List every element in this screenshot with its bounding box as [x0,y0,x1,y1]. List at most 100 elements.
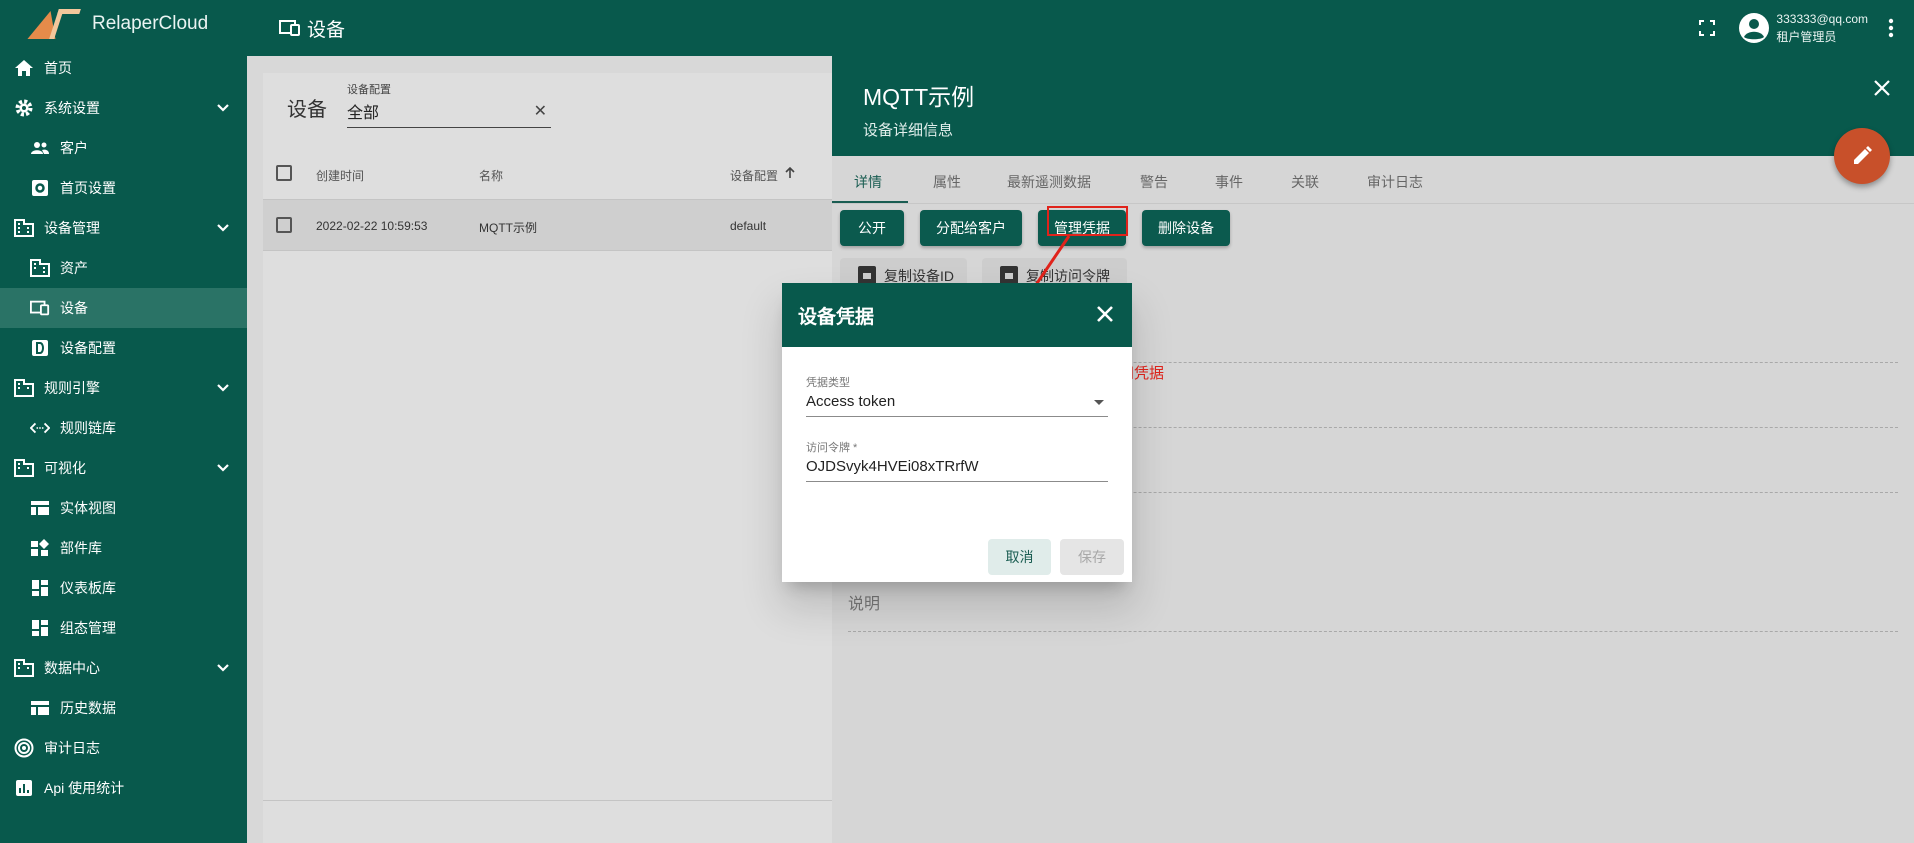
fullscreen-icon[interactable] [1698,19,1716,37]
sidebar-item-home[interactable]: 首页 [0,48,247,88]
code-arrows-icon [30,418,50,438]
tab-details[interactable]: 详情 [854,172,882,192]
people-icon [30,138,50,158]
devices-title: 设备 [287,99,327,121]
clear-icon[interactable]: ✕ [534,101,547,121]
close-icon[interactable] [1096,305,1114,323]
device-profile-filter[interactable]: 设备配置 全部 ✕ [347,81,551,128]
dashboard-icon [30,578,50,598]
sidebar-menu: 首页 系统设置 客户 首页设置 设备管理 资产 设备 设备配置 规则引擎 规则链… [0,48,247,808]
user-email: 333333@qq.com [1776,12,1868,26]
d-box-icon [30,338,50,358]
cancel-button[interactable]: 取消 [988,539,1051,575]
sidebar-item-dashboards[interactable]: 仪表板库 [0,568,247,608]
sort-arrow-up-icon[interactable] [785,167,795,179]
close-icon[interactable] [1872,78,1892,98]
detail-tabs: 详情 属性 最新遥测数据 警告 事件 关联 审计日志 [832,156,1914,204]
logo-icon [27,7,84,41]
sidebar-item-data-center[interactable]: 数据中心 [0,648,247,688]
building-icon [14,458,34,478]
sidebar-item-customers[interactable]: 客户 [0,128,247,168]
access-token-field[interactable]: 访问令牌 * OJDSvyk4HVEi08xTRrfW [806,439,1108,482]
row-name: MQTT示例 [479,221,537,235]
chevron-down-icon[interactable] [215,660,231,676]
filter-select[interactable]: 全部 ✕ [347,99,551,128]
column-profile[interactable]: 设备配置 [730,167,778,184]
sidebar-item-assets[interactable]: 资产 [0,248,247,288]
table-header: 创建时间 名称 设备配置 [263,149,853,199]
building-icon [14,218,34,238]
column-name[interactable]: 名称 [479,167,503,184]
app-logo[interactable]: RelaperCloud [0,0,247,48]
sidebar-item-rule-chains[interactable]: 规则链库 [0,408,247,448]
sidebar-item-widgets[interactable]: 部件库 [0,528,247,568]
delete-device-button[interactable]: 删除设备 [1142,210,1230,246]
sidebar-item-visualization[interactable]: 可视化 [0,448,247,488]
make-public-button[interactable]: 公开 [840,210,904,246]
credentials-dialog: 设备凭据 凭据类型 Access token 访问令牌 * OJDSvyk4HV… [782,283,1132,582]
tab-audit-logs[interactable]: 审计日志 [1367,172,1423,192]
tab-ink-bar [832,201,908,203]
detail-title: MQTT示例 [863,84,975,110]
edit-pencil-icon [1854,146,1872,164]
top-bar: 设备 333333@qq.com 租户管理员 [247,0,1914,56]
edit-button[interactable] [1834,128,1890,184]
dialog-header: 设备凭据 [782,283,1132,347]
select-all-checkbox[interactable] [276,165,292,181]
sidebar-item-device-management[interactable]: 设备管理 [0,208,247,248]
sidebar-item-devices[interactable]: 设备 [0,288,247,328]
sidebar-item-api-usage[interactable]: Api 使用统计 [0,768,247,808]
sidebar-item-home-settings[interactable]: 首页设置 [0,168,247,208]
view-icon [30,498,50,518]
building-icon [14,658,34,678]
dialog-title: 设备凭据 [798,306,875,328]
column-created[interactable]: 创建时间 [316,167,364,184]
chevron-down-icon[interactable] [215,220,231,236]
tab-events[interactable]: 事件 [1215,172,1243,192]
app-name: RelaperCloud [92,13,209,34]
track-icon [14,738,34,758]
dropdown-arrow-icon [1094,400,1104,405]
description-field[interactable] [848,631,1898,632]
view-icon [30,698,50,718]
page-title: 设备 [279,15,345,42]
sidebar-item-audit-logs[interactable]: 审计日志 [0,728,247,768]
tab-alarms[interactable]: 警告 [1140,172,1168,192]
sidebar: RelaperCloud 首页 系统设置 客户 首页设置 设备管理 资产 设备 … [0,0,247,843]
device-icon [279,20,300,36]
tab-telemetry[interactable]: 最新遥测数据 [1007,172,1091,192]
devices-card: 设备 设备配置 全部 ✕ 创建时间 名称 设备配置 2022-02-22 10:… [263,73,853,843]
bar-chart-icon [14,778,34,798]
settings-box-icon [30,178,50,198]
paginator-divider [263,800,853,801]
detail-header: MQTT示例 设备详细信息 [832,56,1914,156]
sidebar-item-system-settings[interactable]: 系统设置 [0,88,247,128]
row-checkbox[interactable] [276,217,292,233]
chevron-down-icon[interactable] [215,100,231,116]
device-icon [30,298,50,318]
row-profile: default [730,219,767,233]
detail-subtitle: 设备详细信息 [863,122,954,139]
tab-attributes[interactable]: 属性 [933,172,961,192]
more-vert-icon[interactable] [1888,18,1894,38]
account-circle-icon [1739,13,1770,43]
sidebar-item-entity-views[interactable]: 实体视图 [0,488,247,528]
sidebar-item-history-data[interactable]: 历史数据 [0,688,247,728]
sidebar-item-rule-engine[interactable]: 规则引擎 [0,368,247,408]
table-row[interactable]: 2022-02-22 10:59:53 MQTT示例 default [263,199,853,251]
gear-icon [14,98,34,118]
sidebar-item-scada[interactable]: 组态管理 [0,608,247,648]
sidebar-item-device-profiles[interactable]: 设备配置 [0,328,247,368]
building-icon [30,258,50,278]
tab-relations[interactable]: 关联 [1291,172,1319,192]
chevron-down-icon[interactable] [215,460,231,476]
credential-type-select[interactable]: 凭据类型 Access token [806,374,1108,417]
home-icon [14,58,34,78]
widgets-icon [30,538,50,558]
description-label: 说明 [848,596,881,613]
save-button[interactable]: 保存 [1060,539,1124,575]
chevron-down-icon[interactable] [215,380,231,396]
building-icon [14,378,34,398]
row-created: 2022-02-22 10:59:53 [316,219,428,233]
user-menu[interactable]: 333333@qq.com 租户管理员 [1738,10,1868,46]
